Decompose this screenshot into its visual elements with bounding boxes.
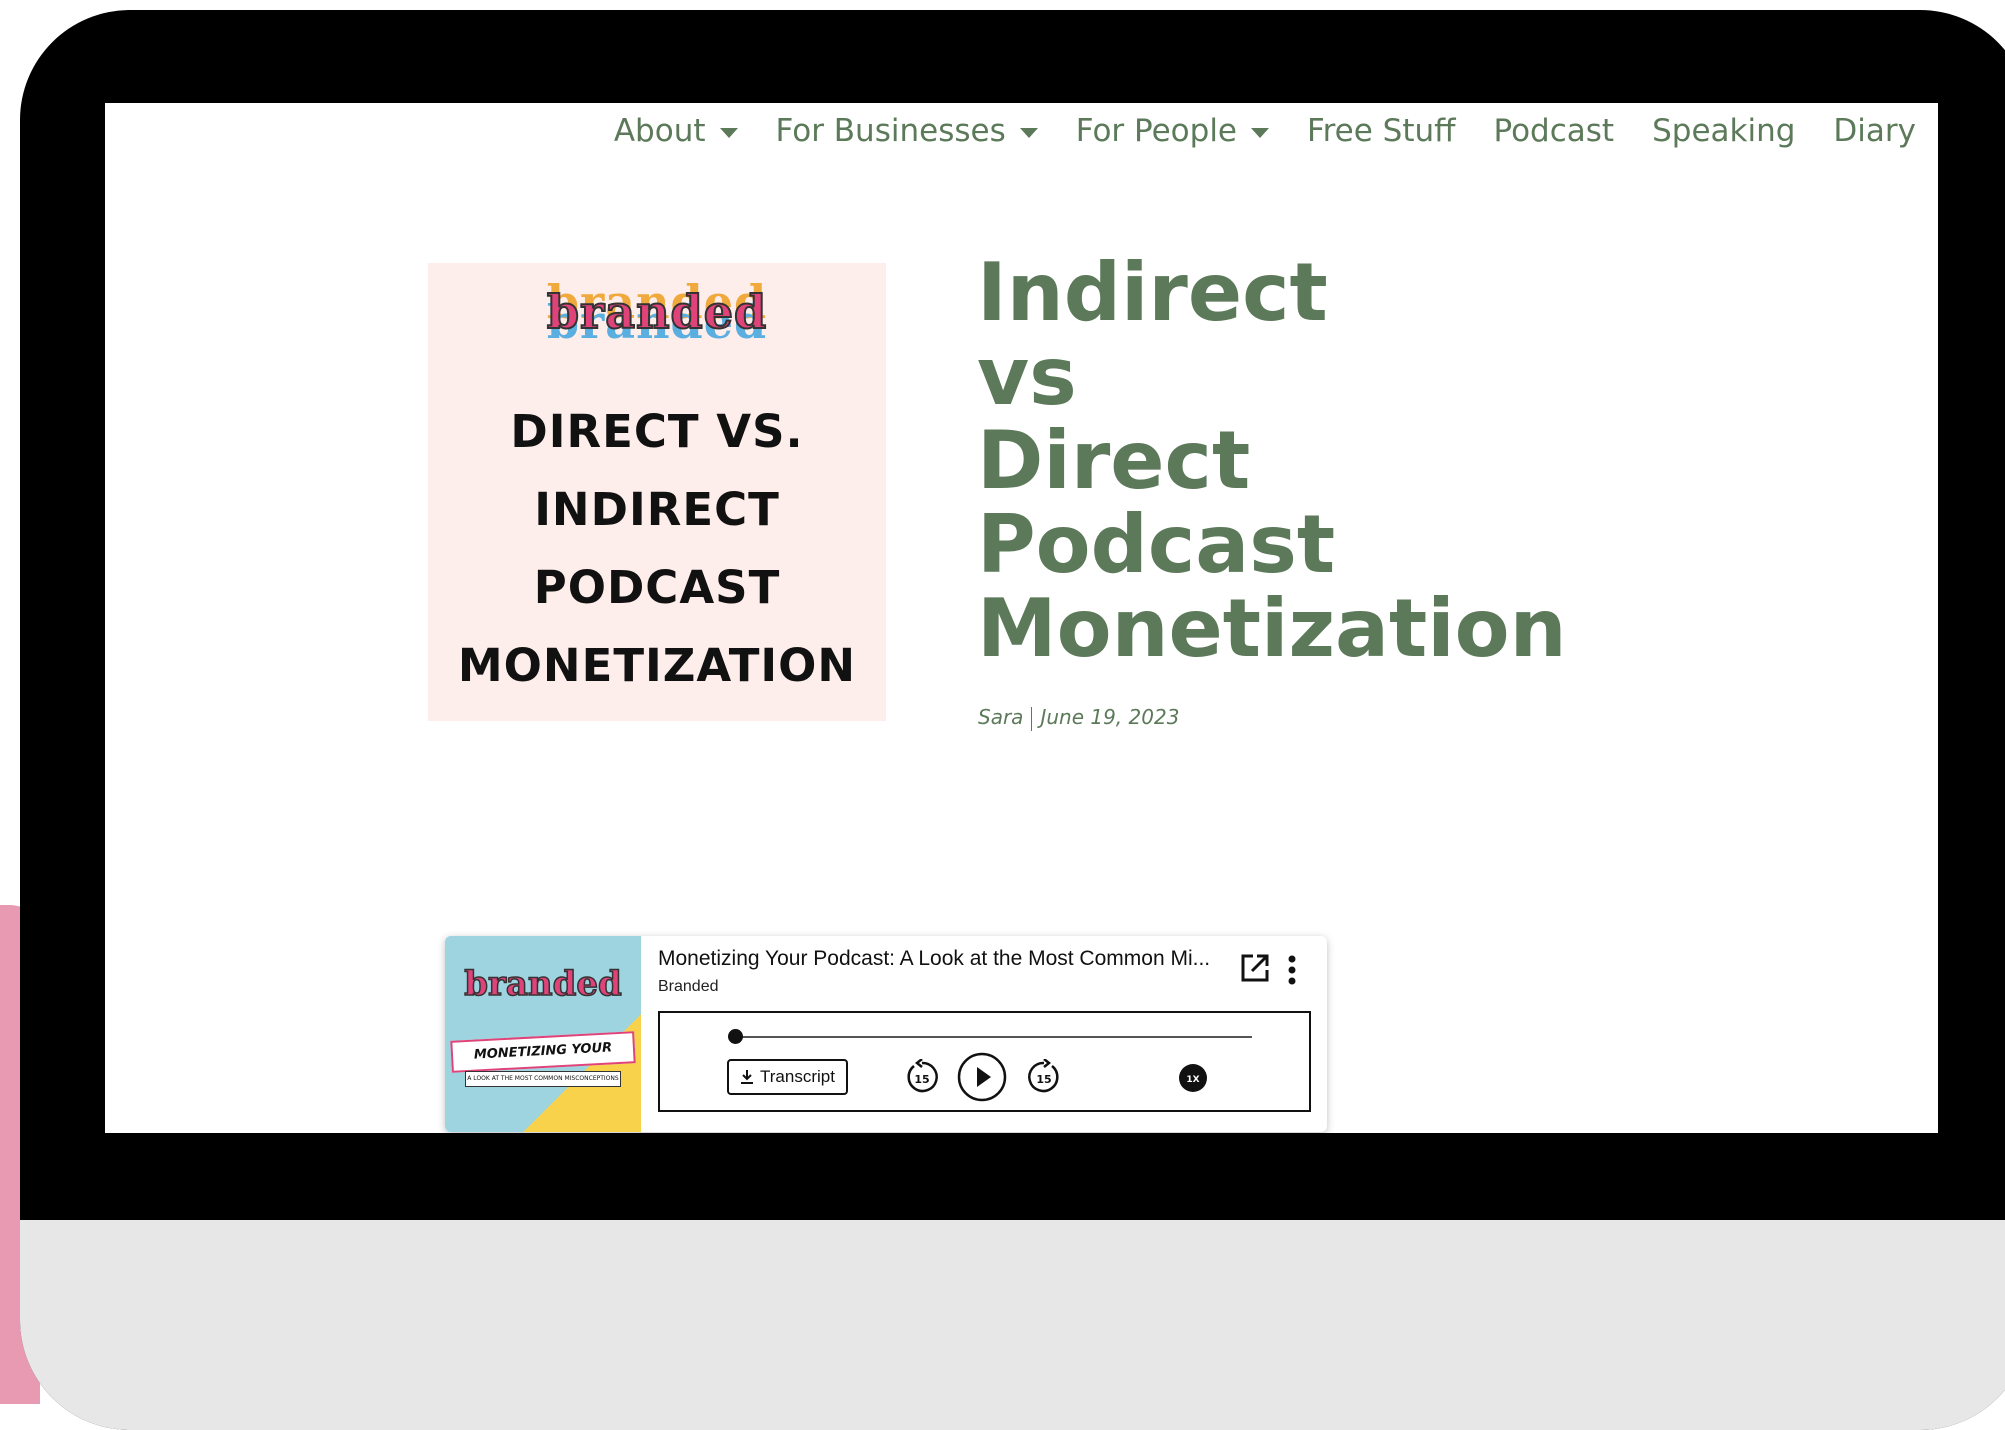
post-author[interactable]: Sara bbox=[978, 705, 1023, 729]
playback-speed-icon[interactable]: 1X bbox=[1178, 1063, 1208, 1093]
caret-down-icon bbox=[1019, 128, 1038, 138]
nav-item-speaking[interactable]: Speaking bbox=[1652, 113, 1795, 149]
caret-down-icon bbox=[1251, 128, 1270, 138]
show-name[interactable]: Branded bbox=[658, 978, 719, 996]
branded-logo: branded branded branded bbox=[428, 275, 886, 349]
monitor-frame: About For Businesses For People Free Stu… bbox=[20, 10, 2005, 1430]
episode-artwork: branded MONETIZING YOUR PODCAST A LOOK A… bbox=[445, 936, 641, 1132]
nav-label: About bbox=[613, 113, 706, 149]
featured-image: branded branded branded DIRECT VS. INDIR… bbox=[428, 263, 886, 721]
transcript-button[interactable]: Transcript bbox=[727, 1059, 848, 1095]
branded-logo-text: branded bbox=[546, 284, 768, 340]
nav-label: Podcast bbox=[1493, 113, 1615, 149]
cover-title: DIRECT VS. INDIRECT PODCAST MONETIZATION bbox=[428, 393, 886, 705]
post-date: June 19, 2023 bbox=[1040, 705, 1180, 729]
more-vertical-icon[interactable] bbox=[1286, 954, 1298, 986]
monitor-chin bbox=[20, 1220, 2005, 1430]
nav-item-free-stuff[interactable]: Free Stuff bbox=[1307, 113, 1455, 149]
main-nav: About For Businesses For People Free Stu… bbox=[614, 113, 1916, 149]
episode-title[interactable]: Monetizing Your Podcast: A Look at the M… bbox=[658, 947, 1238, 971]
title-line: Direct bbox=[977, 414, 1251, 507]
nav-item-for-people[interactable]: For People bbox=[1075, 113, 1270, 149]
download-icon bbox=[741, 1070, 754, 1084]
title-line: Indirect bbox=[977, 246, 1328, 339]
rewind-15-icon[interactable]: 15 bbox=[904, 1059, 940, 1095]
nav-label: Diary bbox=[1833, 113, 1916, 149]
podcast-player: branded MONETIZING YOUR PODCAST A LOOK A… bbox=[445, 936, 1327, 1132]
speed-label: 1X bbox=[1186, 1075, 1199, 1085]
meta-divider bbox=[1031, 706, 1033, 731]
caret-down-icon bbox=[719, 128, 738, 138]
title-line: Podcast bbox=[977, 498, 1336, 591]
progress-knob[interactable] bbox=[728, 1029, 743, 1044]
post-title: Indirect vs Direct Podcast Monetization bbox=[977, 251, 1677, 671]
branded-logo-text: branded bbox=[463, 963, 622, 1005]
cover-line: PODCAST bbox=[533, 561, 781, 614]
cover-line: DIRECT VS. bbox=[510, 405, 804, 458]
cover-line: MONETIZATION bbox=[457, 639, 857, 692]
external-link-icon[interactable] bbox=[1239, 952, 1271, 984]
nav-label: For Businesses bbox=[775, 113, 1006, 149]
post-meta: Sara June 19, 2023 bbox=[978, 705, 1179, 731]
transcript-label: Transcript bbox=[760, 1067, 835, 1086]
rewind-label: 15 bbox=[914, 1073, 929, 1086]
forward-label: 15 bbox=[1036, 1073, 1051, 1086]
nav-item-diary[interactable]: Diary bbox=[1833, 113, 1916, 149]
nav-label: For People bbox=[1075, 113, 1238, 149]
nav-item-about[interactable]: About bbox=[614, 113, 738, 149]
nav-label: Free Stuff bbox=[1307, 113, 1456, 149]
play-icon[interactable] bbox=[956, 1051, 1008, 1103]
nav-label: Speaking bbox=[1652, 113, 1796, 149]
nav-item-for-businesses[interactable]: For Businesses bbox=[776, 113, 1038, 149]
progress-track[interactable] bbox=[732, 1036, 1252, 1038]
cover-line: INDIRECT bbox=[534, 483, 780, 536]
player-controls: Transcript 15 15 1X bbox=[658, 1011, 1311, 1112]
forward-15-icon[interactable]: 15 bbox=[1026, 1059, 1062, 1095]
title-line: Monetization bbox=[977, 582, 1567, 675]
artwork-subtitle: A LOOK AT THE MOST COMMON MISCONCEPTIONS bbox=[465, 1071, 621, 1087]
nav-item-podcast[interactable]: Podcast bbox=[1494, 113, 1615, 149]
title-line: vs bbox=[977, 330, 1077, 423]
browser-screen: About For Businesses For People Free Stu… bbox=[105, 103, 1938, 1133]
artwork-band: MONETIZING YOUR PODCAST bbox=[450, 1031, 636, 1089]
